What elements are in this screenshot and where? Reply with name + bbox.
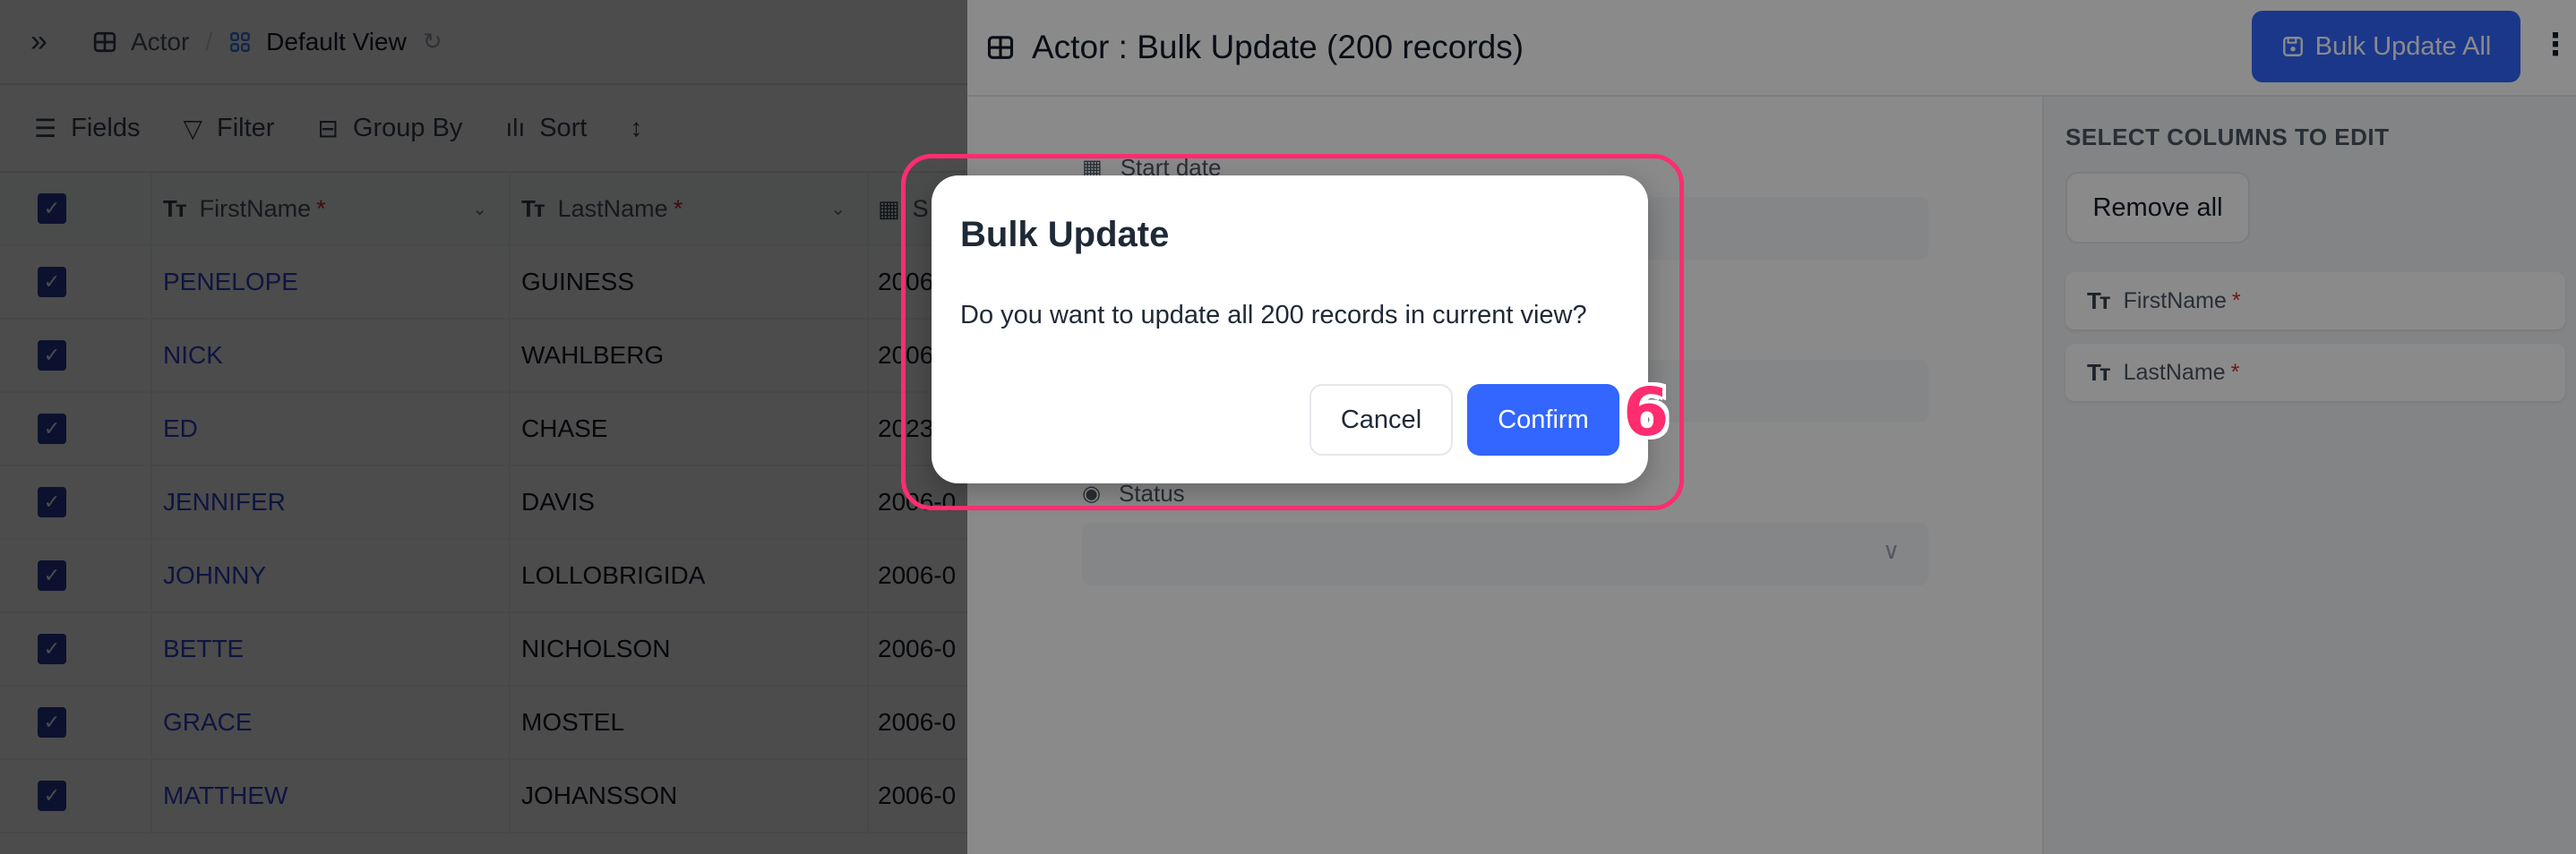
confirm-button[interactable]: Confirm bbox=[1467, 384, 1619, 456]
dialog-message: Do you want to update all 200 records in… bbox=[960, 301, 1587, 329]
overlay-backdrop-left[interactable] bbox=[0, 0, 967, 854]
cancel-button[interactable]: Cancel bbox=[1309, 384, 1453, 456]
step-number-badge: 6 bbox=[1623, 374, 1670, 451]
confirm-dialog: Bulk Update Do you want to update all 20… bbox=[932, 175, 1648, 483]
dialog-title: Bulk Update bbox=[960, 215, 1170, 254]
